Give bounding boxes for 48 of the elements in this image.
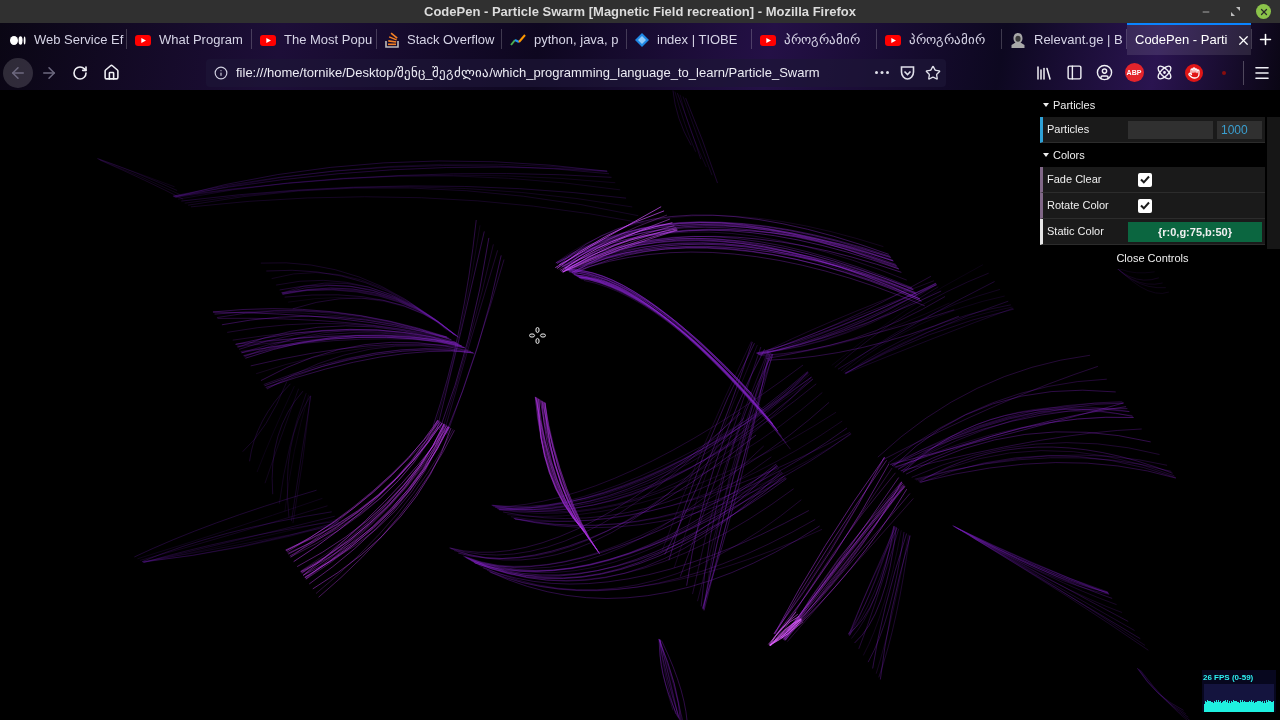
star-icon xyxy=(925,64,941,81)
caret-icon xyxy=(1043,102,1049,108)
browser-tab[interactable]: Relevant.ge | B xyxy=(1002,23,1126,55)
window-title: CodePen - Particle Swarm [Magnetic Field recreation] - Mozilla Firefox xyxy=(423,2,857,21)
atom-icon xyxy=(1155,64,1173,81)
play-icon xyxy=(760,34,776,46)
checkbox[interactable] xyxy=(1138,198,1152,213)
checkbox[interactable] xyxy=(1138,172,1152,187)
close-button[interactable] xyxy=(1256,4,1271,19)
caret-icon xyxy=(1043,152,1049,158)
browser-tab[interactable]: The Most Popu xyxy=(252,23,376,55)
close-icon xyxy=(1258,6,1269,17)
refresh-icon xyxy=(72,64,88,81)
browser-tab[interactable]: პროგრამირ xyxy=(752,23,876,55)
browser-tab[interactable]: index | TIOBE xyxy=(627,23,751,55)
sidebar-icon xyxy=(1065,64,1083,81)
browser-tab[interactable]: What Program xyxy=(127,23,251,55)
home-icon xyxy=(102,64,120,81)
move-cursor-icon xyxy=(529,327,546,344)
browser-tab[interactable]: პროგრამირ xyxy=(877,23,1001,55)
control-label: Static Color xyxy=(1046,224,1105,240)
user-icon xyxy=(1095,64,1113,81)
hand-icon xyxy=(1185,63,1203,82)
diamond-icon xyxy=(635,33,649,47)
url-text: file:///home/tornike/Desktop/შენც_შეგძლია/which_programming_language_to_learn/Particle_Swarm xyxy=(236,63,821,82)
browser-tab[interactable]: Web Service Ef xyxy=(2,23,126,55)
control-label: Particles xyxy=(1046,122,1091,138)
play-icon xyxy=(260,34,276,46)
more-icon xyxy=(875,71,889,74)
pocket-icon xyxy=(899,65,915,80)
control-label: Fade Clear xyxy=(1046,172,1103,188)
line-chart-icon xyxy=(510,34,526,46)
person-icon xyxy=(1010,32,1026,48)
stack-icon xyxy=(385,32,399,48)
maximize-icon xyxy=(1230,7,1240,16)
fps-reading: 26 FPS (0-59) xyxy=(1202,672,1255,683)
dots-icon xyxy=(10,35,26,45)
address-bar[interactable]: file:///home/tornike/Desktop/შენც_შეგძლია/which_programming_language_to_learn/Particle_Swarm xyxy=(206,58,946,87)
play-icon xyxy=(885,34,901,46)
control-label: Rotate Color xyxy=(1046,198,1110,214)
browser-tab[interactable]: Stack Overflow xyxy=(377,23,501,55)
number-field[interactable]: 1000 xyxy=(1217,120,1262,139)
browser-tab[interactable]: python, java, p xyxy=(502,23,626,55)
play-icon xyxy=(135,34,151,46)
color-field[interactable]: {r:0,g:75,b:50} xyxy=(1128,221,1262,242)
info-icon[interactable] xyxy=(214,65,228,80)
browser-tab[interactable]: CodePen - Parti xyxy=(1127,23,1251,55)
library-icon xyxy=(1035,63,1053,82)
